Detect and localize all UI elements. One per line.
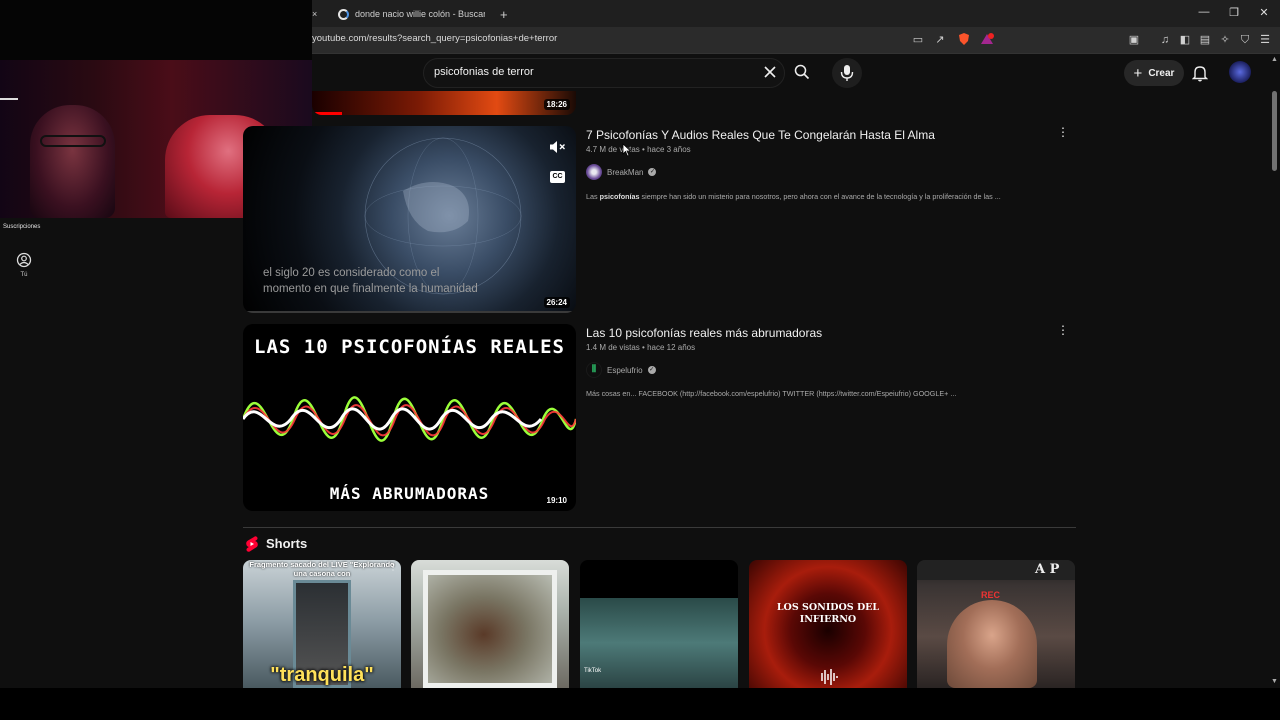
brave-shield-icon[interactable] xyxy=(957,32,971,46)
person-left xyxy=(30,105,115,218)
upload-age: hace 3 años xyxy=(647,145,691,154)
scrollbar-thumb[interactable] xyxy=(1272,91,1277,171)
voice-search-button[interactable] xyxy=(832,58,862,88)
duration-badge: 19:10 xyxy=(543,495,570,506)
tab-title: donde nacio willie colón - Buscar con xyxy=(355,9,485,19)
restore-icon[interactable]: ❐ xyxy=(1227,6,1241,19)
bottom-black-bar xyxy=(0,688,1280,720)
mute-icon[interactable] xyxy=(549,140,567,154)
close-window-icon[interactable]: ✕ xyxy=(1257,6,1271,19)
create-button[interactable]: + Crear xyxy=(1124,60,1184,86)
watch-progress-bar xyxy=(312,112,342,115)
avatar[interactable] xyxy=(1229,61,1251,83)
wallet-icon[interactable]: ▤ xyxy=(1198,33,1212,47)
upload-age: hace 12 años xyxy=(647,343,696,352)
microphone-icon xyxy=(840,65,854,81)
notifications-bell-icon[interactable] xyxy=(1191,64,1209,82)
light-streak xyxy=(0,98,18,100)
scroll-up-arrow-icon[interactable]: ▲ xyxy=(1271,56,1278,63)
scrollbar[interactable]: ▼ xyxy=(1270,91,1280,688)
channel-avatar xyxy=(586,164,602,180)
short-card[interactable] xyxy=(411,560,569,688)
tab-close-left[interactable]: × xyxy=(312,4,317,24)
sidebar-toggle-icon[interactable]: ◧ xyxy=(1178,33,1192,47)
verified-check-icon: ✓ xyxy=(647,366,656,374)
create-label: Crear xyxy=(1148,67,1175,79)
short-caption-bottom: "tranquila" xyxy=(270,664,374,686)
section-divider xyxy=(243,527,1076,528)
short-card[interactable]: A P REC xyxy=(917,560,1075,688)
glasses xyxy=(40,135,106,147)
channel-name: Espelufrio xyxy=(607,365,643,375)
cast-icon[interactable]: ▭ xyxy=(911,33,925,47)
short-caption: LOS SONIDOS DEL INFIERNO xyxy=(776,602,880,625)
video-meta: 1.4 M de vistas • hace 12 años xyxy=(586,343,696,352)
sidebar-item-you[interactable]: Tú xyxy=(14,252,34,278)
caption-line-1: el siglo 20 es considerado como el xyxy=(263,267,440,279)
video-thumbnail[interactable]: LAS 10 PSICOFONÍAS REALES MÁS ABRUMADORA… xyxy=(243,324,576,511)
caption-line-2: momento en que finalmente la humanidad xyxy=(263,283,478,295)
caption-overlay: el siglo 20 es considerado como el momen… xyxy=(263,265,478,297)
channel-link[interactable]: BreakMan ✓ xyxy=(586,164,657,180)
search-icon[interactable] xyxy=(794,64,810,80)
tiktok-badge: TikTok xyxy=(584,668,602,674)
channel-link[interactable]: Ⅱ Espelufrio ✓ xyxy=(586,362,656,378)
video-description: Más cosas en... FACEBOOK (http://faceboo… xyxy=(586,389,957,398)
short-thumbnail-bed xyxy=(580,598,738,688)
scroll-down-arrow-icon[interactable]: ▼ xyxy=(1271,678,1278,685)
short-card[interactable]: TikTok xyxy=(580,560,738,688)
cursor-icon xyxy=(622,143,632,157)
more-options-icon[interactable]: ⋮ xyxy=(1057,125,1069,139)
you-label: Tú xyxy=(20,272,28,278)
screenshot-icon[interactable]: ▣ xyxy=(1127,33,1141,47)
channel-name: BreakMan xyxy=(607,167,644,177)
video-thumbnail[interactable]: 18:26 xyxy=(312,91,576,115)
short-thumbnail-face xyxy=(423,570,557,688)
vpn-icon[interactable]: ⛉ xyxy=(1238,33,1252,47)
short-caption: Fragmento sacado del LIVE "Explorando un… xyxy=(249,560,395,578)
thumbnail-top-text: LAS 10 PSICOFONÍAS REALES xyxy=(254,336,565,358)
video-title[interactable]: 7 Psicofonías Y Audios Reales Que Te Con… xyxy=(586,128,935,142)
google-icon xyxy=(338,8,349,20)
new-tab-button[interactable]: + xyxy=(500,4,508,24)
media-icon[interactable]: ♫ xyxy=(1158,33,1172,47)
short-more-icon[interactable]: ⋮ xyxy=(389,563,397,572)
duration-badge: 18:26 xyxy=(543,99,570,110)
user-circle-icon xyxy=(16,252,32,268)
plus-icon: + xyxy=(1133,64,1143,82)
menu-icon[interactable]: ☰ xyxy=(1258,33,1272,47)
brave-rewards-icon[interactable] xyxy=(980,32,994,46)
rec-indicator: REC xyxy=(981,590,1001,600)
short-card[interactable]: LOS SONIDOS DEL INFIERNO xyxy=(749,560,907,688)
video-thumbnail-playing[interactable]: CC el siglo 20 es considerado como el mo… xyxy=(243,126,576,313)
video-description: Las psicofonías siempre han sido un mist… xyxy=(586,192,1001,201)
cc-button[interactable]: CC xyxy=(550,171,565,183)
url-field[interactable]: youtube.com/results?search_query=psicofo… xyxy=(312,33,557,44)
verified-check-icon: ✓ xyxy=(648,168,657,176)
leo-ai-icon[interactable]: ✧ xyxy=(1218,33,1232,47)
playback-progress-bar xyxy=(243,311,576,313)
video-meta: 4.7 M de vistas • hace 3 años xyxy=(586,145,691,154)
sidebar-item-subscriptions[interactable]: Suscripciones xyxy=(3,224,40,230)
minimize-icon[interactable]: — xyxy=(1197,6,1211,18)
sound-wave-icon xyxy=(817,668,839,686)
tab-active[interactable]: donde nacio willie colón - Buscar con xyxy=(338,4,488,24)
view-count: 1.4 M de vistas xyxy=(586,343,640,352)
plus-icon: + xyxy=(500,6,508,22)
clear-search-icon[interactable] xyxy=(763,65,777,79)
short-card[interactable]: Fragmento sacado del LIVE "Explorando un… xyxy=(243,560,401,688)
share-icon[interactable]: ↗ xyxy=(933,33,947,47)
search-input[interactable]: psicofonias de terror xyxy=(434,66,534,78)
more-options-icon[interactable]: ⋮ xyxy=(1057,323,1069,337)
shorts-logo-icon xyxy=(245,536,259,552)
close-tab-icon[interactable]: × xyxy=(312,9,317,19)
short-thumbnail-man xyxy=(947,600,1037,688)
duration-badge: 26:24 xyxy=(543,297,570,308)
shorts-section-title: Shorts xyxy=(266,536,308,551)
channel-avatar: Ⅱ xyxy=(586,362,602,378)
channel-logo-text: A P xyxy=(1035,562,1060,577)
thumbnail-bottom-text: MÁS ABRUMADORAS xyxy=(329,484,490,503)
video-title[interactable]: Las 10 psicofonías reales más abrumadora… xyxy=(586,326,822,340)
